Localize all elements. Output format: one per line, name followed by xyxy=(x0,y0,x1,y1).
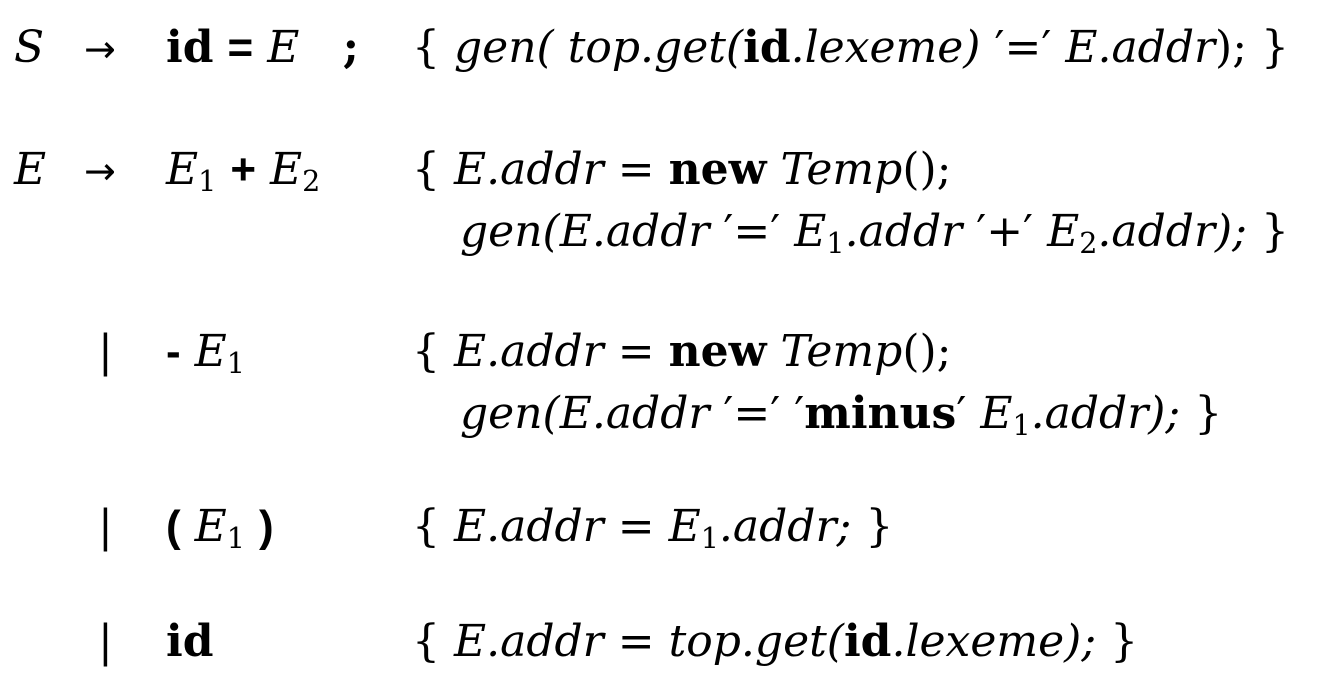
token-assign: = xyxy=(227,23,254,72)
quoted-equals: ′=′ xyxy=(723,206,781,257)
row-4-action: { E.addr = E1.addr; } xyxy=(412,505,893,553)
temp-constructor: Temp xyxy=(780,144,903,195)
addr-attr: E.addr xyxy=(454,501,604,552)
brace-close: } xyxy=(1261,22,1290,73)
brace-open: { xyxy=(412,144,440,195)
row-5-action: { E.addr = top.get(id.lexeme); } xyxy=(412,620,1138,664)
token-rparen: ) xyxy=(258,502,274,551)
equals-sign: = xyxy=(617,616,655,667)
subscript: 1 xyxy=(700,521,719,556)
brace-close: } xyxy=(1110,616,1139,667)
nonterminal-E: E xyxy=(267,22,300,73)
row-2-action-line-2: gen(E.addr ′=′ E1.addr ′+′ E2.addr); } xyxy=(460,210,1289,258)
row-3-action-line-1: { E.addr = new Temp(); xyxy=(412,330,951,374)
nonterminal-E2: E xyxy=(1047,206,1080,257)
equals-sign: = xyxy=(617,501,655,552)
nonterminal-E1: E xyxy=(194,326,227,377)
subscript: 2 xyxy=(1079,226,1098,261)
addr-attr: E.addr xyxy=(1065,22,1216,73)
token-id: id xyxy=(843,616,892,667)
quote-open: ′ xyxy=(794,388,805,439)
keyword-minus: minus xyxy=(804,388,957,439)
brace-open: { xyxy=(412,616,440,667)
subscript: 1 xyxy=(226,346,245,381)
addr-attr: .addr); xyxy=(1030,388,1181,439)
row-2-arrow: → xyxy=(84,149,116,193)
lexeme-attr: .lexeme) xyxy=(790,22,981,73)
addr-attr: E.addr xyxy=(454,144,604,195)
nonterminal-E1: E xyxy=(166,144,199,195)
sdd-translation-scheme: S → id = E ; { gen( top.get(id.lexeme) ′… xyxy=(0,0,1342,692)
call-parens: (); xyxy=(902,144,952,195)
row-5-bar: | xyxy=(98,616,113,667)
addr-attr: E.addr xyxy=(454,616,604,667)
quoted-equals: ′=′ xyxy=(994,22,1052,73)
row-4-body: ( E1 ) xyxy=(166,502,274,553)
row-1-arrow: → xyxy=(84,27,116,71)
call-parens: (); xyxy=(902,326,952,377)
brace-open: { xyxy=(412,22,440,73)
addr-attr: .addr xyxy=(844,206,963,257)
brace-close: } xyxy=(865,501,894,552)
top-get-call: top.get( xyxy=(567,22,744,73)
token-plus: + xyxy=(230,145,257,194)
keyword-new: new xyxy=(668,326,767,377)
brace-open: { xyxy=(412,501,440,552)
equals-sign: = xyxy=(617,144,655,195)
row-3-body: - E1 xyxy=(166,327,245,378)
token-id: id xyxy=(743,22,791,73)
gen-call: gen( xyxy=(454,22,554,73)
row-4-bar: | xyxy=(98,501,113,552)
row-3-action-line-2: gen(E.addr ′=′ ′minus′ E1.addr); } xyxy=(460,392,1222,440)
gen-call: gen(E.addr xyxy=(460,206,710,257)
brace-close: } xyxy=(1194,388,1223,439)
temp-constructor: Temp xyxy=(780,326,903,377)
row-2-action-line-1: { E.addr = new Temp(); xyxy=(412,148,951,192)
row-2-body: E1 + E2 xyxy=(166,145,320,196)
quoted-plus: ′+′ xyxy=(976,206,1034,257)
subscript: 1 xyxy=(826,226,845,261)
top-get-call: top.get( xyxy=(668,616,844,667)
nonterminal-E1: E xyxy=(794,206,827,257)
lexeme-attr: .lexeme); xyxy=(891,616,1097,667)
subscript: 2 xyxy=(302,164,321,199)
keyword-new: new xyxy=(668,144,767,195)
gen-call: gen(E.addr xyxy=(460,388,710,439)
brace-open: { xyxy=(412,326,440,377)
call-tail: ); xyxy=(1215,22,1248,73)
quote-close: ′ xyxy=(956,388,967,439)
token-minus: - xyxy=(166,327,181,376)
token-semicolon: ; xyxy=(342,22,359,73)
addr-attr: .addr; xyxy=(718,501,852,552)
row-2-head-E: E xyxy=(14,144,47,195)
nonterminal-E1: E xyxy=(194,501,227,552)
nonterminal-E1: E xyxy=(668,501,701,552)
token-id: id xyxy=(166,22,214,73)
addr-attr: E.addr xyxy=(454,326,604,377)
row-3-bar: | xyxy=(98,326,113,377)
brace-close: } xyxy=(1260,206,1289,257)
subscript: 1 xyxy=(198,164,217,199)
equals-sign: = xyxy=(617,326,655,377)
row-1-head-S: S xyxy=(14,22,45,73)
row-1-action: { gen( top.get(id.lexeme) ′=′ E.addr); } xyxy=(412,26,1289,70)
nonterminal-E1: E xyxy=(980,388,1013,439)
nonterminal-E2: E xyxy=(270,144,303,195)
subscript: 1 xyxy=(1012,408,1031,443)
addr-attr: .addr); xyxy=(1097,206,1247,257)
subscript: 1 xyxy=(226,521,245,556)
row-1-body: id = E ; xyxy=(166,26,359,70)
token-lparen: ( xyxy=(166,502,181,551)
quoted-equals: ′=′ xyxy=(723,388,781,439)
row-5-body-id: id xyxy=(166,616,214,667)
